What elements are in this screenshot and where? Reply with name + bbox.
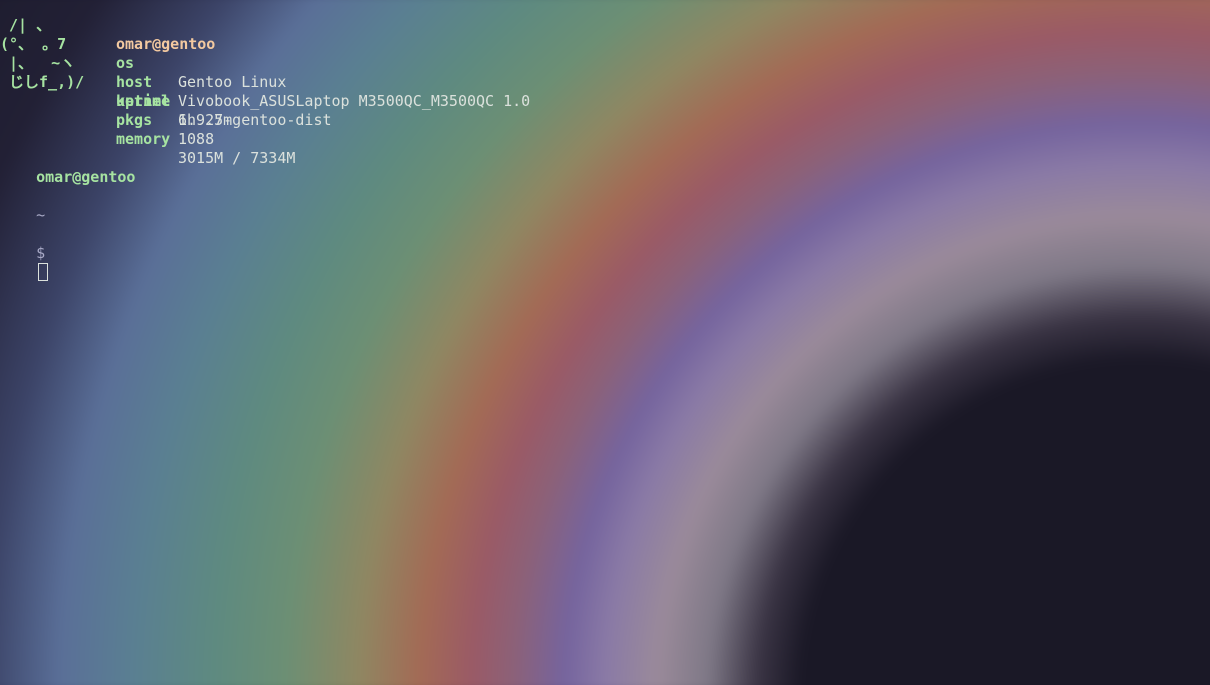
fetch-key-os: os (116, 54, 135, 72)
prompt-user-host: omar@gentoo (36, 168, 136, 186)
fetch-key-memory: memory (116, 130, 171, 148)
fetch-line-host: |、 ~ヽ host Vivobook_ASUSLaptop M3500QC_M… (0, 35, 530, 110)
text-cursor[interactable] (38, 263, 49, 281)
fetch-value-memory: 3015M / 7334M (178, 149, 296, 167)
fetch-key-uptime: uptime (116, 92, 171, 110)
shell-prompt[interactable]: omar@gentoo ~ $ (0, 149, 135, 281)
fetch-value-pkgs: 1088 (178, 130, 215, 148)
fetch-value-host: Vivobook_ASUSLaptop M3500QC_M3500QC 1.0 (178, 92, 531, 110)
terminal-window[interactable]: /| 、 omar@gentoo (°、 。7 os Gentoo Linux … (0, 0, 1210, 685)
prompt-symbol: $ (36, 244, 46, 262)
fetch-line-kernel: じしf_,)/ kernel 6.9.7-gentoo-dist (0, 54, 332, 129)
fetch-key-host: host (116, 73, 153, 91)
fetch-key-pkgs: pkgs (116, 111, 153, 129)
prompt-path: ~ (36, 206, 46, 224)
fetch-line-memory: memory 3015M / 7334M (0, 111, 295, 167)
fetch-line-pkgs: pkgs 1088 (0, 92, 214, 148)
fetch-line-uptime: uptime 1h 25m (0, 73, 232, 129)
fetch-value-os: Gentoo Linux (178, 73, 287, 91)
fetch-value-uptime: 1h 25m (178, 111, 233, 129)
fetch-title: omar@gentoo (116, 35, 216, 53)
fetch-line-1: /| 、 omar@gentoo (0, 0, 215, 53)
fetch-line-os: (°、 。7 os Gentoo Linux (0, 16, 286, 91)
